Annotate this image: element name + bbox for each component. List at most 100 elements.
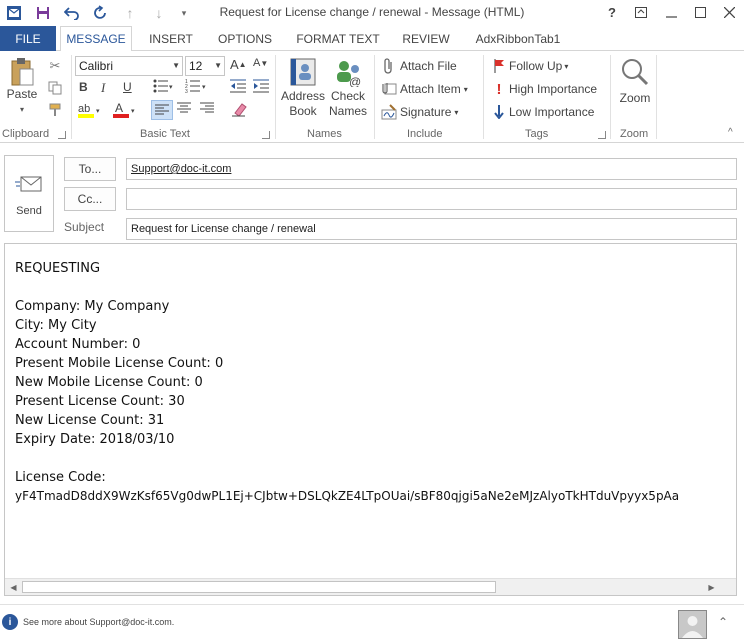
address-book-label-2: Book (289, 104, 317, 118)
svg-text:A: A (115, 101, 123, 115)
align-left-icon[interactable] (151, 100, 173, 120)
zoom-button[interactable]: Zoom (614, 57, 656, 106)
tab-insert[interactable]: INSERT (140, 26, 202, 51)
group-label-tags: Tags (525, 128, 549, 140)
license-code: yF4TmadD8ddX9WzKsf65Vg0dwPL1Ej+CJbtw+DSL… (15, 489, 680, 503)
group-separator (656, 55, 657, 139)
ribbon-display-options-icon[interactable] (630, 2, 652, 22)
body-line: New License Count: 31 (15, 413, 165, 428)
message-body[interactable]: REQUESTING Company: My Company City: My … (4, 243, 737, 596)
decrease-indent-icon[interactable] (230, 79, 246, 93)
basic-text-dialog-launcher-icon[interactable] (262, 131, 270, 139)
attach-file-label: Attach File (400, 59, 457, 73)
low-importance-button[interactable]: Low Importance (490, 103, 594, 121)
signature-button[interactable]: Signature ▾ (380, 103, 458, 121)
people-pane: i See more about Support@doc-it.com. ⌃ (0, 604, 744, 644)
italic-icon[interactable]: I (101, 80, 105, 96)
subject-field[interactable]: Request for License change / renewal (126, 218, 737, 240)
tab-adx-ribbon-tab1[interactable]: AdxRibbonTab1 (466, 26, 570, 51)
minimize-button[interactable] (660, 2, 682, 22)
body-line: Present Mobile License Count: 0 (15, 356, 224, 371)
high-importance-button[interactable]: ! High Importance (490, 80, 598, 98)
group-separator (275, 55, 276, 139)
address-book-button[interactable]: Address Book (280, 57, 326, 119)
group-separator (374, 55, 375, 139)
tags-dialog-launcher-icon[interactable] (598, 131, 606, 139)
check-names-icon: @ (333, 57, 363, 89)
follow-up-button[interactable]: Follow Up ▾ (490, 57, 568, 75)
paste-button[interactable]: Paste ▾ (4, 57, 40, 117)
cc-field[interactable] (126, 188, 737, 210)
zoom-label: Zoom (619, 91, 651, 105)
bold-icon[interactable]: B (79, 80, 88, 94)
font-color-icon[interactable]: A ▾ (112, 101, 138, 119)
horizontal-scrollbar[interactable]: ◀ ▶ (5, 578, 736, 595)
send-button[interactable]: Send (4, 155, 54, 232)
increase-indent-icon[interactable] (253, 79, 269, 93)
grow-font-icon[interactable]: A ▲ (230, 57, 247, 72)
address-book-label-1: Address (280, 89, 326, 103)
maximize-button[interactable] (689, 2, 711, 22)
signature-icon (380, 103, 398, 121)
underline-icon[interactable]: U (123, 80, 132, 94)
chevron-down-icon: ▼ (172, 61, 180, 70)
scrollbar-thumb[interactable] (22, 581, 496, 593)
body-line: Present License Count: 30 (15, 394, 185, 409)
group-label-include: Include (407, 128, 443, 140)
to-button[interactable]: To... (64, 157, 116, 181)
numbering-icon[interactable]: 1 2 3 ▾ (185, 79, 207, 93)
format-painter-icon[interactable] (46, 101, 64, 119)
to-field[interactable]: Support@doc-it.com (126, 158, 737, 180)
high-importance-label: High Importance (509, 82, 598, 96)
cc-button[interactable]: Cc... (64, 187, 116, 211)
svg-text:▾: ▾ (96, 108, 100, 115)
chevron-down-icon: ▾ (564, 61, 569, 71)
paste-label: Paste (6, 87, 38, 101)
group-label-zoom: Zoom (620, 128, 649, 140)
svg-text:▾: ▾ (202, 84, 206, 91)
chevron-up-icon[interactable]: ⌃ (718, 615, 728, 629)
low-importance-label: Low Importance (509, 105, 595, 119)
shrink-font-icon[interactable]: A ▼ (253, 57, 268, 69)
font-name-value: Calibri (79, 59, 114, 73)
body-line: Company: My Company (15, 299, 170, 314)
highlight-icon[interactable]: ab ▾ (77, 101, 103, 119)
bullets-icon[interactable]: ▾ (153, 79, 173, 93)
check-names-button[interactable]: @ Check Names (326, 57, 370, 119)
attach-file-button[interactable]: Attach File (380, 57, 457, 75)
body-line: Account Number: 0 (15, 337, 141, 352)
tab-file[interactable]: FILE (0, 26, 56, 51)
font-size-dropdown[interactable]: 12 ▼ (185, 56, 225, 76)
chevron-down-icon: ▾ (463, 84, 468, 94)
align-center-icon[interactable] (177, 102, 191, 114)
body-line: REQUESTING (15, 261, 101, 276)
subject-label: Subject (64, 220, 105, 234)
clear-formatting-icon[interactable] (231, 101, 247, 117)
attach-item-button[interactable]: Attach Item ▾ (380, 80, 468, 98)
scroll-left-icon[interactable]: ◀ (7, 581, 20, 593)
avatar[interactable] (678, 610, 707, 639)
tab-message[interactable]: MESSAGE (60, 26, 132, 52)
tab-format-text[interactable]: FORMAT TEXT (292, 26, 384, 51)
close-button[interactable] (718, 2, 740, 22)
info-icon: i (2, 614, 18, 630)
collapse-ribbon-icon[interactable]: ^ (728, 127, 733, 138)
svg-text:▾: ▾ (169, 84, 173, 91)
people-pane-text[interactable]: See more about Support@doc-it.com. (23, 617, 174, 627)
align-right-icon[interactable] (200, 102, 214, 114)
title-bar: ↑ ↓ ▾ Request for License change / renew… (0, 0, 744, 26)
scroll-right-icon[interactable]: ▶ (705, 581, 718, 593)
help-button[interactable]: ? (601, 2, 623, 22)
attach-item-icon (380, 80, 398, 98)
clipboard-dialog-launcher-icon[interactable] (58, 131, 66, 139)
to-recipient[interactable]: Support@doc-it.com (131, 163, 231, 175)
copy-icon[interactable] (46, 79, 64, 97)
cut-icon[interactable]: ✂ (46, 57, 64, 75)
tab-options[interactable]: OPTIONS (212, 26, 278, 51)
font-name-dropdown[interactable]: Calibri ▼ (75, 56, 183, 76)
magnifier-icon (620, 57, 650, 87)
svg-text:3: 3 (185, 89, 188, 93)
svg-text:▾: ▾ (131, 108, 135, 115)
tab-review[interactable]: REVIEW (396, 26, 456, 51)
send-icon (15, 174, 43, 199)
